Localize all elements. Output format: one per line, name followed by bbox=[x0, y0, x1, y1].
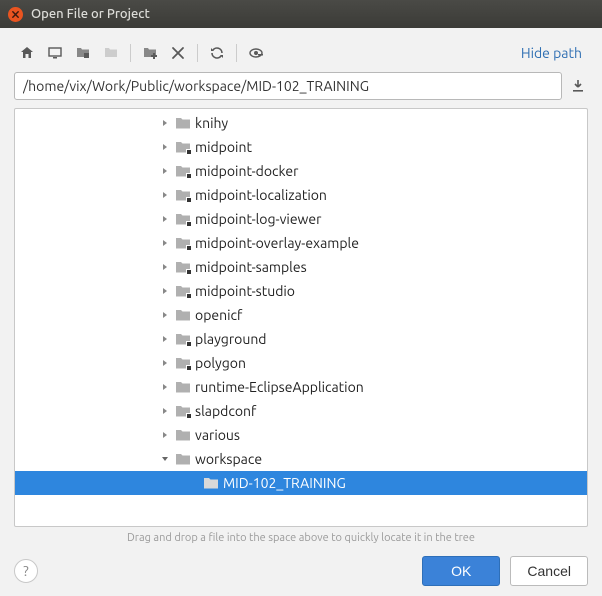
tree-node-label: midpoint-studio bbox=[195, 283, 295, 299]
tree-node[interactable]: midpoint-localization bbox=[15, 183, 587, 207]
chevron-right-icon[interactable] bbox=[159, 405, 171, 417]
tree-node[interactable]: workspace bbox=[15, 447, 587, 471]
new-folder-icon bbox=[142, 45, 158, 61]
help-button[interactable]: ? bbox=[14, 559, 38, 583]
download-icon bbox=[570, 78, 586, 94]
toolbar: Hide path bbox=[14, 38, 588, 72]
tree-node[interactable]: midpoint-log-viewer bbox=[15, 207, 587, 231]
tree-node-label: openicf bbox=[195, 307, 242, 323]
folder-icon bbox=[175, 308, 191, 322]
folder-icon bbox=[203, 476, 219, 490]
chevron-right-icon[interactable] bbox=[159, 309, 171, 321]
tree-node-label: polygon bbox=[195, 355, 246, 371]
tree-node-label: midpoint-samples bbox=[195, 259, 307, 275]
separator bbox=[130, 44, 131, 62]
tree-node-label: knihy bbox=[195, 115, 228, 131]
tree-node[interactable]: slapdconf bbox=[15, 399, 587, 423]
show-hidden-icon bbox=[248, 45, 264, 61]
separator bbox=[197, 44, 198, 62]
chevron-right-icon[interactable] bbox=[159, 165, 171, 177]
git-folder-icon bbox=[175, 212, 191, 226]
chevron-right-icon[interactable] bbox=[159, 237, 171, 249]
show-hidden-button[interactable] bbox=[245, 42, 267, 64]
tree-node-label: slapdconf bbox=[195, 403, 256, 419]
tree-node-label: workspace bbox=[195, 451, 262, 467]
tree-node[interactable]: playground bbox=[15, 327, 587, 351]
folder-icon bbox=[175, 380, 191, 394]
git-folder-icon bbox=[175, 164, 191, 178]
chevron-right-icon[interactable] bbox=[159, 117, 171, 129]
chevron-right-icon[interactable] bbox=[159, 285, 171, 297]
git-folder-icon bbox=[175, 188, 191, 202]
hint-text: Drag and drop a file into the space abov… bbox=[14, 527, 588, 554]
tree-node[interactable]: polygon bbox=[15, 351, 587, 375]
tree-node[interactable]: midpoint-docker bbox=[15, 159, 587, 183]
tree-node-label: MID-102_TRAINING bbox=[223, 475, 346, 491]
git-folder-icon bbox=[175, 332, 191, 346]
dialog-body: Hide path knihy midpoint midpoint-docker mi… bbox=[0, 28, 602, 596]
tree-node[interactable]: openicf bbox=[15, 303, 587, 327]
tree-node[interactable]: midpoint-samples bbox=[15, 255, 587, 279]
close-button[interactable] bbox=[8, 7, 23, 22]
git-folder-icon bbox=[175, 404, 191, 418]
path-row bbox=[14, 72, 588, 100]
tree-node[interactable]: midpoint-studio bbox=[15, 279, 587, 303]
tree-node[interactable]: runtime-EclipseApplication bbox=[15, 375, 587, 399]
new-folder-button[interactable] bbox=[139, 42, 161, 64]
refresh-button[interactable] bbox=[206, 42, 228, 64]
tree-node[interactable]: knihy bbox=[15, 111, 587, 135]
chevron-right-icon[interactable] bbox=[159, 141, 171, 153]
chevron-down-icon[interactable] bbox=[159, 453, 171, 465]
tree-node[interactable]: midpoint bbox=[15, 135, 587, 159]
chevron-right-icon[interactable] bbox=[159, 213, 171, 225]
module-button[interactable] bbox=[100, 42, 122, 64]
delete-icon bbox=[170, 45, 186, 61]
tree-node[interactable]: midpoint-overlay-example bbox=[15, 231, 587, 255]
home-icon bbox=[19, 45, 35, 61]
git-folder-icon bbox=[175, 284, 191, 298]
footer: ? OK Cancel bbox=[14, 554, 588, 586]
tree-node-label: midpoint-overlay-example bbox=[195, 235, 359, 251]
tree-node-label: midpoint-localization bbox=[195, 187, 327, 203]
tree-node-label: midpoint bbox=[195, 139, 252, 155]
chevron-right-icon[interactable] bbox=[159, 189, 171, 201]
chevron-right-icon[interactable] bbox=[159, 429, 171, 441]
tree-node[interactable]: MID-102_TRAINING bbox=[15, 471, 587, 495]
refresh-icon bbox=[209, 45, 225, 61]
close-icon bbox=[11, 10, 20, 19]
module-icon bbox=[103, 45, 119, 61]
tree-node[interactable]: various bbox=[15, 423, 587, 447]
separator bbox=[236, 44, 237, 62]
git-folder-icon bbox=[175, 236, 191, 250]
git-folder-icon bbox=[175, 140, 191, 154]
tree-node-label: midpoint-log-viewer bbox=[195, 211, 321, 227]
path-input[interactable] bbox=[14, 72, 562, 100]
file-tree[interactable]: knihy midpoint midpoint-docker midpoint-loc… bbox=[14, 108, 588, 527]
folder-icon bbox=[175, 116, 191, 130]
project-button[interactable] bbox=[72, 42, 94, 64]
window-title: Open File or Project bbox=[31, 7, 150, 21]
tree-node-label: runtime-EclipseApplication bbox=[195, 379, 364, 395]
git-folder-icon bbox=[175, 356, 191, 370]
git-folder-icon bbox=[175, 260, 191, 274]
project-icon bbox=[75, 45, 91, 61]
chevron-right-icon[interactable] bbox=[159, 381, 171, 393]
hide-path-link[interactable]: Hide path bbox=[521, 45, 586, 61]
chevron-right-icon[interactable] bbox=[159, 357, 171, 369]
chevron-right-icon[interactable] bbox=[159, 261, 171, 273]
home-button[interactable] bbox=[16, 42, 38, 64]
cancel-button[interactable]: Cancel bbox=[510, 556, 588, 586]
chevron-right-icon[interactable] bbox=[159, 333, 171, 345]
tree-node-label: midpoint-docker bbox=[195, 163, 298, 179]
history-button[interactable] bbox=[568, 76, 588, 96]
ok-button[interactable]: OK bbox=[422, 556, 500, 586]
titlebar: Open File or Project bbox=[0, 0, 602, 28]
tree-node-label: various bbox=[195, 427, 240, 443]
folder-icon bbox=[175, 428, 191, 442]
folder-icon bbox=[175, 452, 191, 466]
desktop-icon bbox=[47, 45, 63, 61]
tree-node-label: playground bbox=[195, 331, 267, 347]
delete-button[interactable] bbox=[167, 42, 189, 64]
desktop-button[interactable] bbox=[44, 42, 66, 64]
